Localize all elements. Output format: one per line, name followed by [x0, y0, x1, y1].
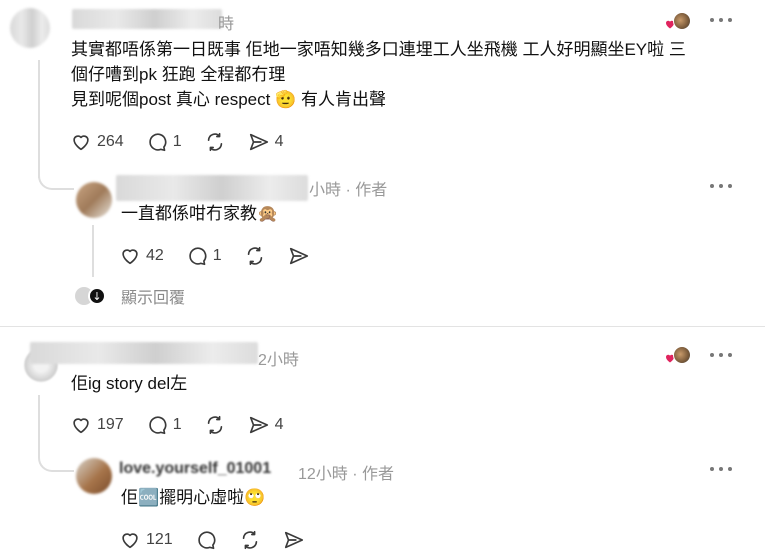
replier-avatars: ↓ [75, 285, 109, 307]
share-count: 4 [274, 133, 284, 150]
comment-actions: 197 1 4 [70, 413, 306, 437]
comment-bubble-icon [149, 416, 167, 435]
meta-separator: · [345, 182, 351, 199]
avatar[interactable] [10, 8, 50, 48]
reply-body: 佢🆒擺明心虛啦🙄 [121, 488, 266, 507]
repost-button[interactable] [239, 529, 261, 551]
comment-body-line: 個仔嘈到pk 狂跑 全程都冇理 [71, 65, 286, 84]
reply-button[interactable] [195, 529, 217, 551]
send-icon [249, 133, 268, 151]
like-button[interactable]: 264 [70, 131, 124, 153]
repost-icon [247, 246, 262, 266]
share-count: 4 [274, 416, 284, 433]
more-options-icon[interactable] [710, 17, 732, 23]
liker-avatar [673, 12, 691, 30]
thread-connector [38, 442, 74, 472]
repost-icon [242, 530, 257, 550]
thread-connector [38, 160, 74, 190]
arrow-down-icon: ↓ [88, 287, 106, 305]
like-button[interactable]: 121 [119, 529, 173, 551]
share-button[interactable]: 4 [248, 414, 284, 436]
share-button[interactable] [288, 245, 310, 267]
thread-line [92, 225, 94, 277]
heart-icon [122, 533, 138, 549]
repost-button[interactable] [204, 131, 226, 153]
username-redacted[interactable] [72, 9, 222, 29]
more-options-icon[interactable] [710, 183, 732, 189]
like-count: 42 [146, 247, 164, 264]
reply-count: 1 [172, 416, 182, 433]
repost-icon [207, 132, 222, 152]
like-count: 264 [97, 133, 124, 150]
meta-separator: · [352, 466, 358, 483]
send-icon [289, 247, 308, 265]
liked-by-author-badge [664, 12, 692, 32]
comment-bubble-icon [149, 133, 167, 152]
reply-count: 1 [212, 247, 222, 264]
reply-count: 1 [172, 133, 182, 150]
timestamp: 2小時 [258, 352, 299, 369]
comment-body-line: 見到呢個post 真心 respect 🫡 有人肯出聲 [71, 90, 386, 109]
heart-icon [73, 418, 89, 434]
show-replies-label: 顯示回覆 [121, 290, 186, 307]
author-tag: 作者 [355, 182, 388, 199]
reply-body: 一直都係咁冇家教🙊 [121, 204, 279, 223]
comment-body: 佢ig story del左 [71, 374, 188, 393]
reply-actions: 42 1 [119, 244, 332, 268]
reply-button[interactable]: 1 [186, 245, 222, 267]
reply-actions: 121 [119, 528, 327, 552]
send-icon [284, 531, 303, 549]
like-button[interactable]: 42 [119, 245, 164, 267]
like-count: 197 [97, 416, 124, 433]
reply-meta: 小時 · 作者 [309, 176, 387, 200]
reply-username[interactable]: love.yourself_01001 [119, 457, 271, 481]
heart-icon [73, 135, 89, 151]
reply-button[interactable]: 1 [146, 414, 182, 436]
comment-bubble-icon [189, 247, 207, 266]
more-options-icon[interactable] [710, 352, 732, 358]
repost-button[interactable] [204, 414, 226, 436]
timestamp: 小時 [309, 182, 342, 199]
username-redacted[interactable] [116, 175, 308, 201]
author-tag: 作者 [362, 466, 395, 483]
like-count: 121 [146, 531, 173, 548]
repost-button[interactable] [244, 245, 266, 267]
share-button[interactable]: 4 [248, 131, 284, 153]
like-button[interactable]: 197 [70, 414, 124, 436]
avatar[interactable] [76, 458, 112, 494]
timestamp: 12小時 [298, 466, 348, 483]
liked-by-author-badge [664, 346, 692, 366]
comment-divider [0, 326, 765, 327]
reply-button[interactable]: 1 [146, 131, 182, 153]
timestamp: 時 [218, 16, 235, 33]
reply-meta: 12小時 · 作者 [298, 460, 394, 484]
avatar[interactable] [76, 182, 112, 218]
heart-icon [122, 249, 138, 265]
more-options-icon[interactable] [710, 466, 732, 472]
send-icon [249, 416, 268, 434]
repost-icon [207, 415, 222, 435]
comment-actions: 264 1 4 [70, 130, 306, 154]
show-replies-button[interactable]: ↓ 顯示回覆 [75, 284, 185, 308]
comment-bubble-icon [198, 531, 216, 550]
liker-avatar [673, 346, 691, 364]
comment-body-line: 其實都唔係第一日既事 佢地一家唔知幾多口連埋工人坐飛機 工人好明顯坐EY啦 三 [71, 40, 686, 59]
username-redacted[interactable] [30, 342, 258, 364]
share-button[interactable] [283, 529, 305, 551]
